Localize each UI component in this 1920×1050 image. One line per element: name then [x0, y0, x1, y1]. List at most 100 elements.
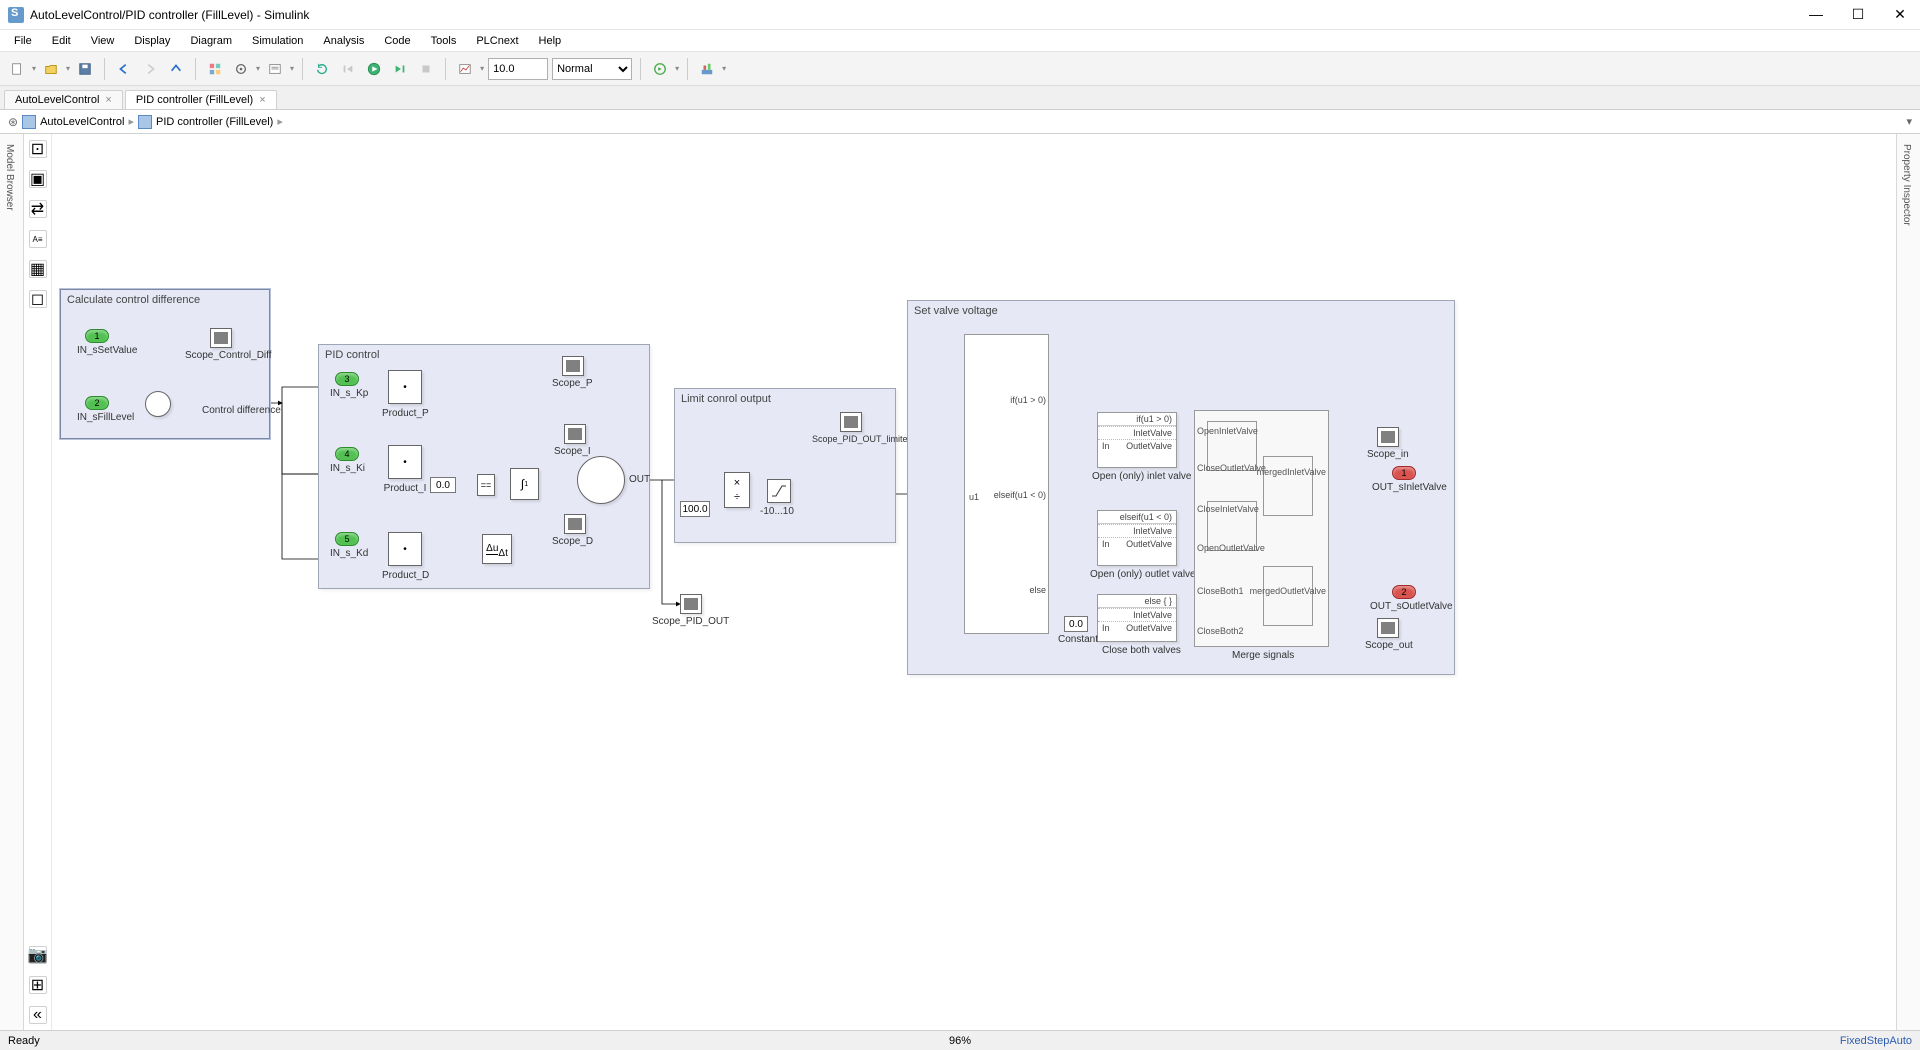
- saturation-block[interactable]: [767, 479, 791, 503]
- subsystem-limit[interactable]: Limit conrol output: [674, 388, 896, 543]
- log-icon[interactable]: [264, 58, 286, 80]
- menu-code[interactable]: Code: [374, 35, 420, 47]
- signal-control-diff: Control difference: [202, 405, 281, 416]
- scope-i[interactable]: [564, 424, 586, 444]
- merge-block[interactable]: OpenInletValve CloseOutletValve CloseInl…: [1194, 410, 1329, 647]
- tab-autolevelcontrol[interactable]: AutoLevelControl×: [4, 90, 123, 109]
- limit-const[interactable]: 100.0: [680, 501, 710, 517]
- menu-file[interactable]: File: [4, 35, 42, 47]
- crumb-dropdown-icon[interactable]: ▾: [1906, 115, 1912, 128]
- minimize-button[interactable]: —: [1804, 6, 1828, 23]
- image-icon[interactable]: ▦: [29, 260, 47, 278]
- action-open-inlet[interactable]: if(u1 > 0) InletValve InOutletValve: [1097, 412, 1177, 468]
- compare-block[interactable]: ==: [477, 474, 495, 496]
- if-block[interactable]: u1 if(u1 > 0) elseif(u1 < 0) else: [964, 334, 1049, 634]
- if-cond1: if(u1 > 0): [1010, 395, 1046, 405]
- maximize-button[interactable]: ☐: [1846, 6, 1870, 23]
- update-icon[interactable]: [311, 58, 333, 80]
- explorer-toggle-icon[interactable]: ⊛: [8, 115, 18, 129]
- scope-pid-out[interactable]: [680, 594, 702, 614]
- stop-icon[interactable]: [415, 58, 437, 80]
- menu-plcnext[interactable]: PLCnext: [466, 35, 528, 47]
- palette-strip: ⊡ ▣ ⇄ A≡ ▦ ◻ 📷 ⊞ «: [24, 134, 52, 1030]
- scope-p[interactable]: [562, 356, 584, 376]
- menu-tools[interactable]: Tools: [421, 35, 467, 47]
- ic-block[interactable]: 0.0: [430, 477, 456, 493]
- scope-d[interactable]: [564, 514, 586, 534]
- up-icon[interactable]: [165, 58, 187, 80]
- tab-close-1[interactable]: ×: [259, 94, 265, 106]
- new-icon[interactable]: [6, 58, 28, 80]
- crumb-sep-0: ▸: [128, 115, 134, 128]
- area-icon[interactable]: ◻: [29, 290, 47, 308]
- back-icon[interactable]: [113, 58, 135, 80]
- build-icon[interactable]: [696, 58, 718, 80]
- action-close-both[interactable]: else { } InletValve InOutletValve: [1097, 594, 1177, 642]
- save-icon[interactable]: [74, 58, 96, 80]
- tab-close-0[interactable]: ×: [105, 94, 111, 106]
- menu-help[interactable]: Help: [529, 35, 572, 47]
- library-icon[interactable]: [204, 58, 226, 80]
- fastrestart-icon[interactable]: [649, 58, 671, 80]
- stop-time-input[interactable]: [488, 58, 548, 80]
- menu-display[interactable]: Display: [124, 35, 180, 47]
- integrator-block[interactable]: ∫1: [510, 468, 539, 500]
- scope-out[interactable]: [1377, 618, 1399, 638]
- collapse-icon[interactable]: «: [29, 1006, 47, 1024]
- outport-1[interactable]: 1: [1392, 466, 1416, 480]
- menu-view[interactable]: View: [81, 35, 125, 47]
- record-icon[interactable]: ⊞: [29, 976, 47, 994]
- canvas[interactable]: Calculate control difference 1 IN_sSetVa…: [52, 134, 1896, 1030]
- inport-2[interactable]: 2: [85, 396, 109, 410]
- property-inspector-strip[interactable]: Property Inspector: [1896, 134, 1920, 1030]
- step-forward-icon[interactable]: [389, 58, 411, 80]
- menu-edit[interactable]: Edit: [42, 35, 81, 47]
- crumb-root-icon: [22, 115, 36, 129]
- inport-3[interactable]: 3: [335, 372, 359, 386]
- scope-in[interactable]: [1377, 427, 1399, 447]
- forward-icon[interactable]: [139, 58, 161, 80]
- sum-pid[interactable]: [577, 456, 625, 504]
- screenshot-icon[interactable]: 📷: [29, 946, 47, 964]
- config-icon[interactable]: [230, 58, 252, 80]
- scope-pid-limited[interactable]: [840, 412, 862, 432]
- limit-title: Limit conrol output: [675, 389, 895, 409]
- close-button[interactable]: ✕: [1888, 6, 1912, 23]
- derivative-block[interactable]: ΔuΔt: [482, 534, 512, 564]
- scope-control-diff[interactable]: [210, 328, 232, 348]
- crumb-root[interactable]: AutoLevelControl: [22, 115, 124, 129]
- sum-block[interactable]: [145, 391, 171, 417]
- action-open-outlet[interactable]: elseif(u1 < 0) InletValve InOutletValve: [1097, 510, 1177, 566]
- inport-5[interactable]: 5: [335, 532, 359, 546]
- tab-pid-controller[interactable]: PID controller (FillLevel)×: [125, 90, 277, 109]
- toolbar: ▾ ▾ ▾ ▾ ▾ Normal ▾ ▾: [0, 52, 1920, 86]
- zoom-fit-icon[interactable]: ⊡: [29, 140, 47, 158]
- crumb-pid[interactable]: PID controller (FillLevel): [138, 115, 273, 129]
- inport-1[interactable]: 1: [85, 329, 109, 343]
- product-p[interactable]: •: [388, 370, 422, 404]
- inport-4[interactable]: 4: [335, 447, 359, 461]
- open-icon[interactable]: [40, 58, 62, 80]
- fit-to-view-icon[interactable]: ▣: [29, 170, 47, 188]
- outport-2[interactable]: 2: [1392, 585, 1416, 599]
- crumb-sep-1: ▸: [277, 115, 283, 128]
- step-back-icon[interactable]: [337, 58, 359, 80]
- data-inspector-icon[interactable]: [454, 58, 476, 80]
- merge-label: Merge signals: [1232, 650, 1294, 661]
- arrow-icon[interactable]: ⇄: [29, 200, 47, 218]
- if-cond3: else: [1029, 585, 1046, 595]
- sim-mode-select[interactable]: Normal: [552, 58, 632, 80]
- product-d[interactable]: •: [388, 532, 422, 566]
- menu-diagram[interactable]: Diagram: [180, 35, 242, 47]
- constant-zero[interactable]: 0.0: [1064, 616, 1088, 632]
- menu-simulation[interactable]: Simulation: [242, 35, 313, 47]
- status-solver[interactable]: FixedStepAuto: [1840, 1035, 1912, 1047]
- menu-analysis[interactable]: Analysis: [313, 35, 374, 47]
- status-bar: Ready 96% FixedStepAuto: [0, 1030, 1920, 1050]
- run-icon[interactable]: [363, 58, 385, 80]
- annotation-icon[interactable]: A≡: [29, 230, 47, 248]
- model-browser-strip[interactable]: Model Browser: [0, 134, 24, 1030]
- product-i[interactable]: •: [388, 445, 422, 479]
- outport-1-label: OUT_sInletValve: [1372, 482, 1447, 493]
- divide-block[interactable]: ×÷: [724, 472, 750, 508]
